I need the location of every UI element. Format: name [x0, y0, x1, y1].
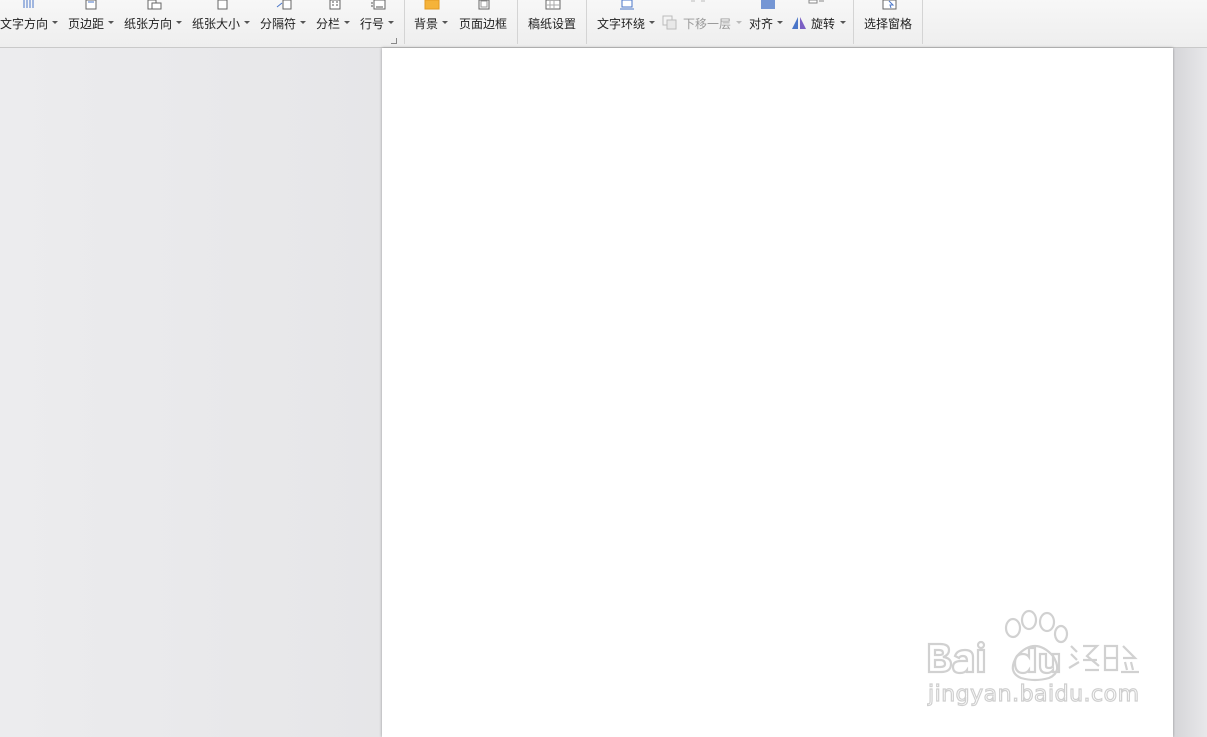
rotate-button[interactable]: 旋转 [790, 0, 848, 46]
background-icon [424, 0, 440, 10]
manuscript-label: 稿纸设置 [528, 17, 577, 31]
rotate-icon [792, 17, 806, 29]
columns-button[interactable]: 分栏 [316, 0, 352, 46]
watermark-url: jingyan.baidu.com [927, 681, 1140, 707]
selection-pane-button[interactable]: 选择窗格 [864, 0, 914, 46]
align-label: 对齐 [749, 17, 774, 31]
rotate-dropdown-icon[interactable] [840, 21, 846, 24]
manuscript-icon [545, 0, 561, 10]
page-setup-dialog-launcher-icon[interactable] [391, 38, 397, 44]
send-backward-button[interactable]: 下移一层 [662, 0, 744, 46]
margins-label: 页边距 [68, 17, 105, 31]
line-numbers-label: 行号 [360, 17, 385, 31]
text-direction-dropdown-icon[interactable] [52, 21, 58, 24]
breaks-icon [276, 0, 292, 10]
group-separator [404, 0, 405, 44]
paper-size-button[interactable]: 纸张大小 [192, 0, 252, 46]
orientation-icon [147, 0, 162, 10]
send-backward-label: 下移一层 [683, 17, 732, 31]
selection-pane-label: 选择窗格 [864, 17, 913, 31]
background-label: 背景 [414, 17, 439, 31]
page-border-button[interactable]: 页面边框 [459, 0, 509, 46]
text-wrap-icon [620, 0, 634, 10]
group-separator [586, 0, 587, 44]
send-backward-dropdown-icon[interactable] [736, 21, 742, 24]
group-separator [517, 0, 518, 44]
paper-size-label: 纸张大小 [192, 17, 241, 31]
workspace-right-margin [1175, 48, 1207, 737]
orientation-label: 纸张方向 [124, 17, 173, 31]
page-border-label: 页面边框 [459, 17, 508, 31]
selection-pane-icon [882, 0, 897, 10]
breaks-button[interactable]: 分隔符 [260, 0, 308, 46]
columns-dropdown-icon[interactable] [344, 21, 350, 24]
margins-button[interactable]: 页边距 [67, 0, 115, 46]
group-top-icon [808, 0, 824, 4]
line-numbers-icon [371, 0, 386, 10]
orientation-dropdown-icon[interactable] [176, 21, 182, 24]
columns-label: 分栏 [316, 17, 341, 31]
align-dropdown-icon[interactable] [777, 21, 783, 24]
breaks-dropdown-icon[interactable] [300, 21, 306, 24]
page-border-icon [478, 0, 490, 10]
margins-icon [85, 0, 97, 10]
background-dropdown-icon[interactable] [442, 21, 448, 24]
margins-dropdown-icon[interactable] [108, 21, 114, 24]
ribbon-toolbar: 文字方向 页边距 纸张方向 纸张大小 分隔符 分栏 行号 背景 页面边框 稿纸设… [0, 0, 1207, 48]
orientation-button[interactable]: 纸张方向 [124, 0, 184, 46]
text-wrap-label: 文字环绕 [597, 17, 646, 31]
group-separator [853, 0, 854, 44]
send-backward-top-icon [691, 0, 705, 2]
align-icon [761, 0, 775, 9]
paper-size-icon [217, 0, 228, 10]
align-button[interactable]: 对齐 [749, 0, 785, 46]
breaks-label: 分隔符 [260, 17, 297, 31]
text-wrap-button[interactable]: 文字环绕 [597, 0, 657, 46]
rotate-label: 旋转 [811, 17, 836, 31]
manuscript-button[interactable]: 稿纸设置 [528, 0, 578, 46]
text-direction-label: 文字方向 [0, 17, 49, 31]
send-backward-icon [662, 15, 677, 30]
text-wrap-dropdown-icon[interactable] [649, 21, 655, 24]
text-direction-button[interactable]: 文字方向 [0, 0, 58, 46]
line-numbers-dropdown-icon[interactable] [388, 21, 394, 24]
group-separator [922, 0, 923, 44]
columns-icon [329, 0, 341, 10]
paper-size-dropdown-icon[interactable] [244, 21, 250, 24]
text-direction-icon [23, 0, 34, 8]
background-button[interactable]: 背景 [414, 0, 450, 46]
